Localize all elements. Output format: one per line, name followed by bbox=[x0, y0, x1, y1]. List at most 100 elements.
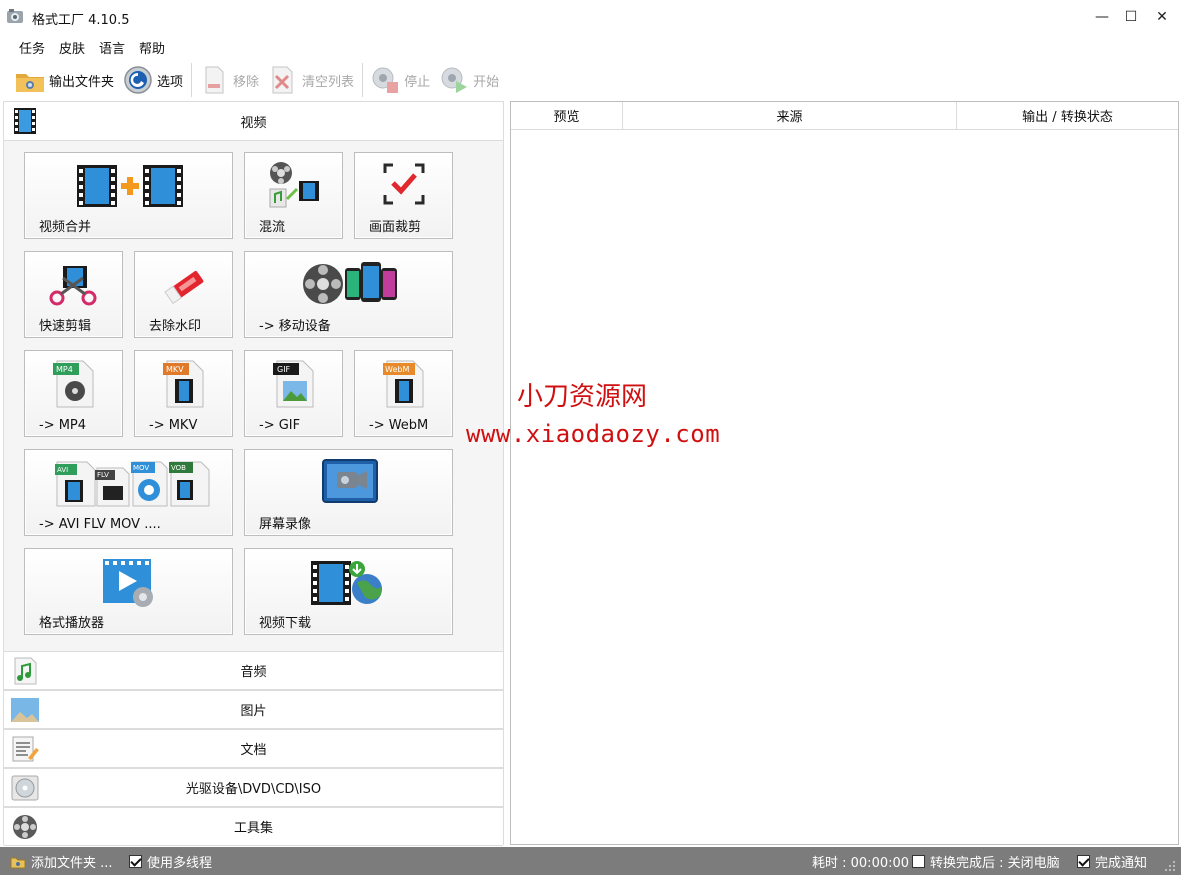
category-tools[interactable]: 工具集 bbox=[4, 807, 503, 846]
stop-icon bbox=[372, 67, 399, 93]
output-folder-button[interactable]: 输出文件夹 bbox=[14, 62, 114, 98]
watermark-title: 小刀资源网 bbox=[517, 382, 648, 412]
maximize-button[interactable]: ☐ bbox=[1116, 6, 1146, 28]
toolbar: 输出文件夹 选项 移除 清空列表 停止 开始 bbox=[0, 60, 1181, 100]
tile-mux-label: 混流 bbox=[259, 220, 286, 235]
tile-player[interactable]: 格式播放器 bbox=[24, 548, 233, 635]
app-icon bbox=[7, 9, 23, 23]
multithread-label: 使用多线程 bbox=[147, 856, 213, 871]
tile-gif[interactable]: GIF -> GIF bbox=[244, 350, 343, 437]
tile-mobile[interactable]: -> 移动设备 bbox=[244, 251, 453, 338]
clear-list-button[interactable]: 清空列表 bbox=[267, 62, 354, 98]
avi-badge: AVI bbox=[57, 466, 68, 474]
stop-button[interactable]: 停止 bbox=[369, 62, 430, 98]
mp4-file-icon: MP4 bbox=[53, 360, 94, 408]
category-audio[interactable]: 音频 bbox=[4, 651, 503, 690]
status-bar: 添加文件夹 ... 使用多线程 耗时 : 00:00:00 转换完成后 : 关闭… bbox=[0, 847, 1181, 875]
add-folder-button[interactable]: 添加文件夹 ... bbox=[10, 852, 113, 871]
tile-download[interactable]: 视频下载 bbox=[244, 548, 453, 635]
disc-drive-icon bbox=[11, 775, 39, 801]
menu-skin[interactable]: 皮肤 bbox=[52, 34, 92, 58]
multithread-checkbox[interactable] bbox=[129, 855, 142, 868]
category-video[interactable]: 视频 bbox=[4, 102, 503, 141]
remove-label: 移除 bbox=[233, 74, 260, 90]
folder-add-icon bbox=[10, 857, 26, 868]
mkv-badge: MKV bbox=[166, 365, 184, 374]
category-audio-label: 音频 bbox=[240, 665, 267, 680]
film-icon bbox=[14, 108, 36, 134]
tile-remove-watermark-label: 去除水印 bbox=[149, 319, 202, 334]
tile-webm[interactable]: WebM -> WebM bbox=[354, 350, 453, 437]
notify-toggle[interactable]: 完成通知 bbox=[1077, 852, 1147, 871]
tile-gif-label: -> GIF bbox=[259, 418, 301, 433]
tile-crop-label: 画面裁剪 bbox=[369, 220, 422, 235]
options-label: 选项 bbox=[157, 74, 184, 90]
column-preview[interactable]: 预览 bbox=[511, 102, 623, 130]
video-tool-grid: 视频合并 混流 画面裁剪 快速剪辑 去除水印 -> 移动设备 MP4 -> MP… bbox=[4, 142, 503, 650]
output-folder-label: 输出文件夹 bbox=[49, 74, 115, 90]
category-video-label: 视频 bbox=[240, 115, 267, 131]
watermark-url: www.xiaodaozy.com bbox=[466, 420, 721, 448]
video-download-icon bbox=[311, 561, 382, 605]
elapsed-time: 耗时 : 00:00:00 bbox=[812, 852, 909, 871]
category-image[interactable]: 图片 bbox=[4, 690, 503, 729]
tile-mobile-label: -> 移动设备 bbox=[259, 319, 331, 334]
remove-document-icon bbox=[205, 66, 224, 94]
tile-avi-flv-mov[interactable]: AVI FLV MOV VOB -> AVI FLV MOV .... bbox=[24, 449, 233, 536]
menu-task[interactable]: 任务 bbox=[12, 34, 52, 58]
menu-help[interactable]: 帮助 bbox=[132, 34, 172, 58]
elapsed-time-label: 耗时 : 00:00:00 bbox=[812, 856, 910, 871]
options-button[interactable]: 选项 bbox=[122, 62, 183, 98]
tile-video-merge[interactable]: 视频合并 bbox=[24, 152, 233, 239]
tile-screen-record-label: 屏幕录像 bbox=[259, 517, 312, 532]
category-disc[interactable]: 光驱设备\DVD\CD\ISO bbox=[4, 768, 503, 807]
tile-quick-cut[interactable]: 快速剪辑 bbox=[24, 251, 123, 338]
close-button[interactable]: ✕ bbox=[1147, 6, 1177, 28]
notify-label: 完成通知 bbox=[1095, 856, 1148, 871]
eraser-icon bbox=[164, 270, 204, 305]
category-document-label: 文档 bbox=[240, 743, 267, 758]
multithread-toggle[interactable]: 使用多线程 bbox=[129, 852, 212, 871]
menu-bar: 任务 皮肤 语言 帮助 bbox=[0, 34, 1181, 58]
folder-icon bbox=[16, 74, 44, 92]
notify-checkbox[interactable] bbox=[1077, 855, 1090, 868]
tile-mp4-label: -> MP4 bbox=[39, 418, 87, 433]
remove-button[interactable]: 移除 bbox=[198, 62, 259, 98]
player-icon bbox=[103, 559, 153, 607]
shutdown-after-toggle[interactable]: 转换完成后 : 关闭电脑 bbox=[912, 852, 1060, 871]
title-bar: 格式工厂 4.10.5 — ☐ ✕ bbox=[0, 0, 1181, 34]
tile-crop[interactable]: 画面裁剪 bbox=[354, 152, 453, 239]
category-image-label: 图片 bbox=[240, 704, 267, 719]
tile-mkv[interactable]: MKV -> MKV bbox=[134, 350, 233, 437]
tile-webm-label: -> WebM bbox=[369, 418, 429, 433]
mp4-badge: MP4 bbox=[56, 365, 73, 374]
resize-grip-icon[interactable] bbox=[1165, 861, 1175, 871]
tile-player-label: 格式播放器 bbox=[39, 616, 105, 631]
start-button[interactable]: 开始 bbox=[438, 62, 499, 98]
task-list[interactable]: 预览 来源 输出 / 转换状态 bbox=[510, 101, 1179, 845]
mux-icon bbox=[269, 162, 319, 208]
tile-screen-record[interactable]: 屏幕录像 bbox=[244, 449, 453, 536]
webm-file-icon: WebM bbox=[383, 360, 424, 408]
gear-icon bbox=[124, 66, 152, 94]
start-label: 开始 bbox=[473, 74, 500, 90]
vob-badge: VOB bbox=[171, 464, 186, 472]
tile-remove-watermark[interactable]: 去除水印 bbox=[134, 251, 233, 338]
menu-language[interactable]: 语言 bbox=[92, 34, 132, 58]
tile-mp4[interactable]: MP4 -> MP4 bbox=[24, 350, 123, 437]
picture-icon bbox=[11, 698, 39, 722]
mkv-file-icon: MKV bbox=[163, 360, 204, 408]
minimize-button[interactable]: — bbox=[1087, 6, 1117, 28]
tile-mux[interactable]: 混流 bbox=[244, 152, 343, 239]
column-source[interactable]: 来源 bbox=[623, 102, 957, 130]
multi-format-icon: AVI FLV MOV VOB bbox=[55, 461, 210, 507]
stop-label: 停止 bbox=[404, 74, 431, 90]
window-title: 格式工厂 4.10.5 bbox=[32, 13, 130, 28]
shutdown-after-checkbox[interactable] bbox=[912, 855, 925, 868]
category-document[interactable]: 文档 bbox=[4, 729, 503, 768]
clear-list-label: 清空列表 bbox=[302, 74, 355, 90]
column-status[interactable]: 输出 / 转换状态 bbox=[957, 102, 1178, 130]
add-folder-label: 添加文件夹 ... bbox=[31, 856, 113, 871]
category-disc-label: 光驱设备\DVD\CD\ISO bbox=[185, 782, 322, 797]
start-icon bbox=[441, 67, 468, 93]
